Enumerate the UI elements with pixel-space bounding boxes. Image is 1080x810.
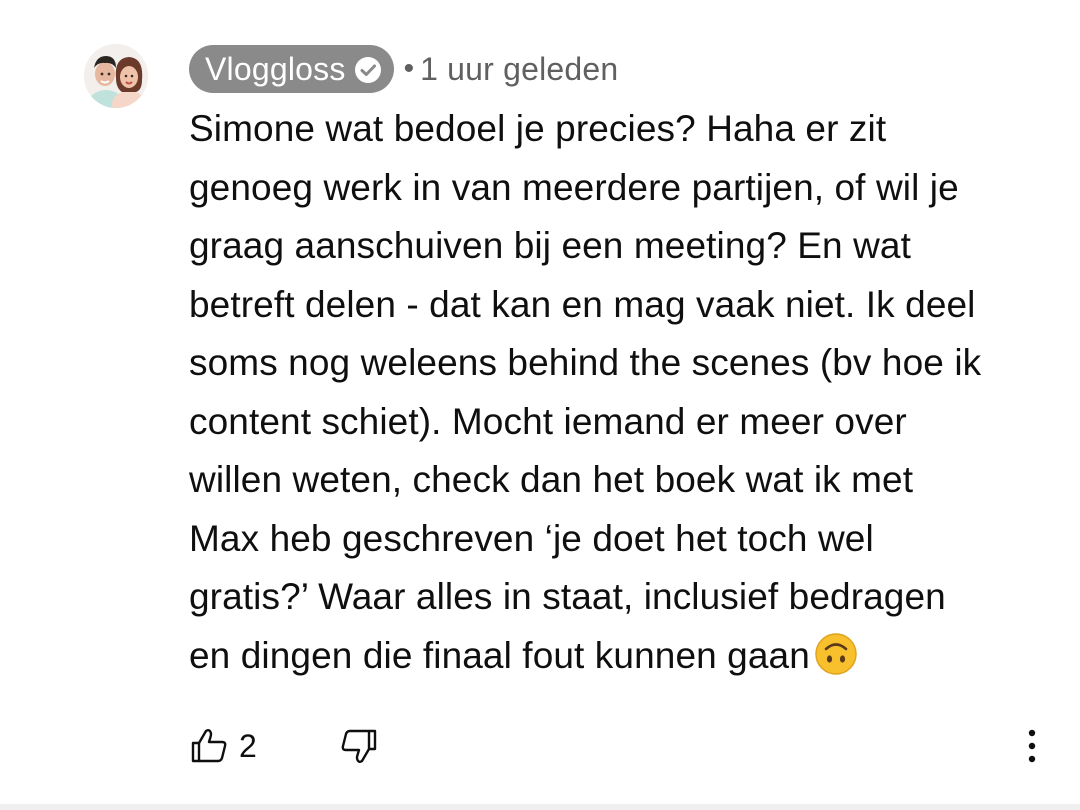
author-name: Vloggloss: [205, 50, 346, 87]
comment-header: Vloggloss • 1 uur geleden: [189, 44, 618, 94]
more-vertical-icon[interactable]: [1015, 722, 1049, 770]
meta-separator: •: [403, 52, 415, 85]
bottom-divider: [0, 804, 1080, 810]
like-count: 2: [239, 728, 257, 764]
comment-text: Simone wat bedoel je precies? Haha er zi…: [189, 108, 982, 676]
thumbs-up-icon[interactable]: [189, 726, 229, 766]
author-avatar[interactable]: [84, 44, 148, 108]
upside-down-face-emoji-icon: [814, 632, 858, 676]
avatar-image: [84, 44, 148, 108]
author-name-chip[interactable]: Vloggloss: [189, 45, 394, 93]
comment-timestamp: 1 uur geleden: [420, 50, 619, 87]
comment-body: Simone wat bedoel je precies? Haha er zi…: [189, 100, 1059, 685]
comment-thread: Vloggloss • 1 uur geleden Simone wat bed…: [0, 0, 1080, 800]
thumbs-down-icon[interactable]: [339, 726, 379, 766]
verified-check-icon: [354, 55, 382, 83]
comment-actions: 2: [189, 720, 1049, 772]
